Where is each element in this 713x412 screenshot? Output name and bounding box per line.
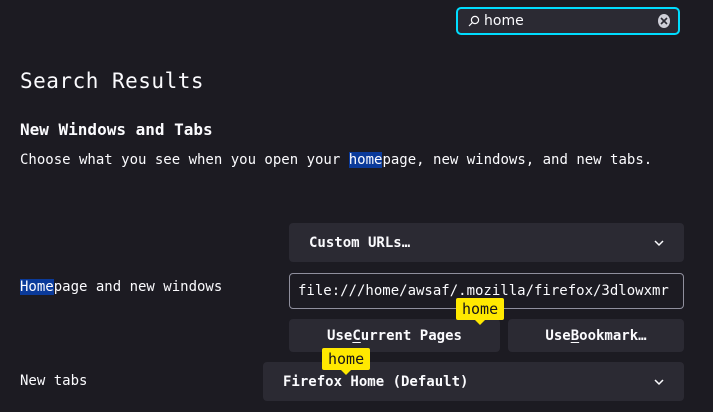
page-title: Search Results bbox=[20, 69, 205, 93]
search-match-badge: home bbox=[322, 348, 371, 375]
chevron-down-icon bbox=[654, 239, 664, 246]
button-text: ookmark… bbox=[579, 327, 647, 344]
homepage-label: Homepage and new windows bbox=[20, 279, 222, 295]
search-highlight: Home bbox=[20, 279, 54, 295]
use-current-pages-button[interactable]: Use Current Pages bbox=[289, 319, 500, 352]
homepage-dropdown-value: Custom URLs… bbox=[309, 234, 411, 251]
homepage-label-text: page and new windows bbox=[53, 279, 223, 295]
section-heading: New Windows and Tabs bbox=[20, 120, 213, 139]
use-bookmark-button[interactable]: Use Bookmark… bbox=[508, 319, 684, 352]
new-tabs-dropdown-value: Firefox Home (Default) bbox=[283, 373, 469, 390]
search-highlight: home bbox=[348, 152, 383, 168]
button-text: Use bbox=[545, 327, 571, 344]
chevron-down-icon bbox=[654, 378, 664, 385]
accesskey: B bbox=[570, 327, 580, 344]
button-text: urrent Pages bbox=[360, 327, 462, 344]
search-box[interactable] bbox=[456, 7, 680, 35]
section-description-text: page, new windows, and new tabs. bbox=[382, 152, 653, 168]
homepage-dropdown[interactable]: Custom URLs… bbox=[289, 223, 684, 262]
new-tabs-label: New tabs bbox=[20, 373, 88, 389]
search-match-badge: home bbox=[456, 298, 505, 325]
clear-search-icon[interactable] bbox=[658, 14, 670, 28]
button-text: Use bbox=[327, 327, 353, 344]
section-description: Choose what you see when you open your h… bbox=[20, 147, 680, 174]
search-input[interactable] bbox=[484, 13, 658, 29]
section-description-text: Choose what you see when you open your bbox=[20, 152, 349, 168]
accesskey: C bbox=[352, 327, 361, 344]
search-icon bbox=[468, 14, 480, 28]
